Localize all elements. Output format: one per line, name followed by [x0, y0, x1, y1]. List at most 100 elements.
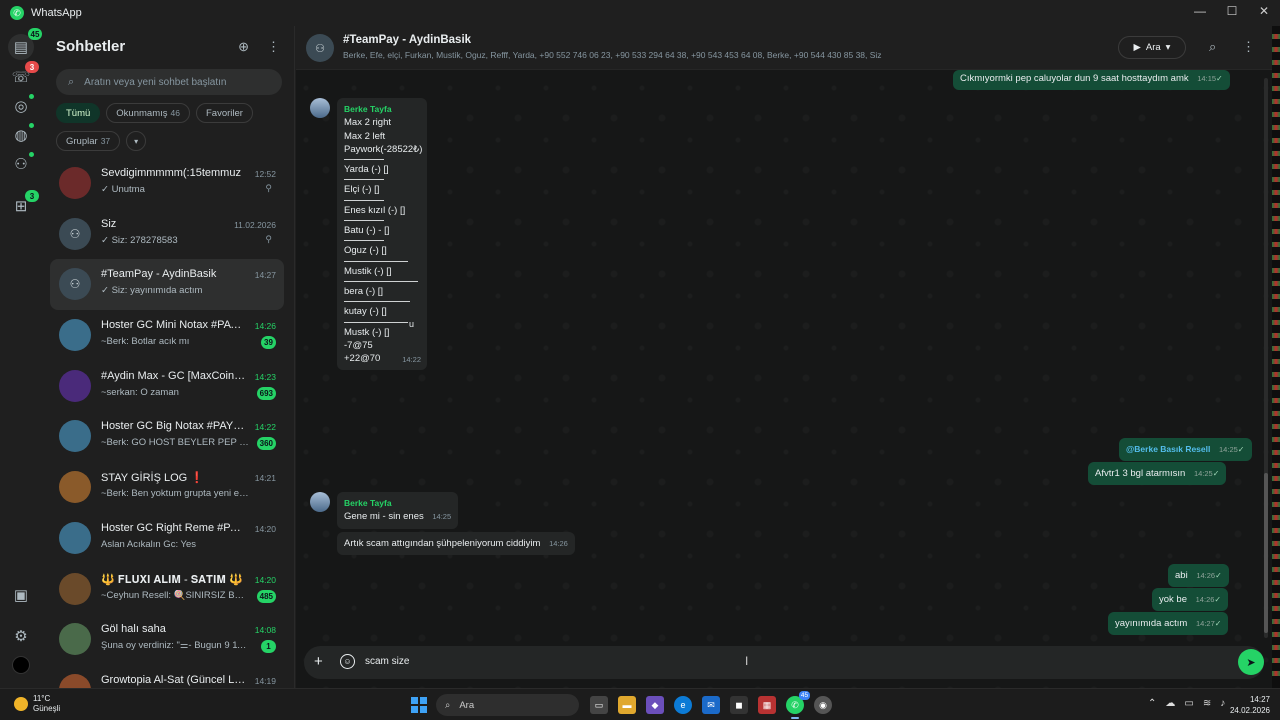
app-icon[interactable]: ◆ — [646, 696, 664, 714]
chat-list-item[interactable]: #Aydin Max - GC [MaxCoin83] 14:23 ~serka… — [50, 361, 284, 412]
chat-list-item[interactable]: Hoster GC Right Reme #PAYT... 14:20 Asla… — [50, 513, 284, 564]
message-incoming[interactable]: Artık scam attıgından şühpeleniyorum cid… — [337, 532, 575, 556]
archive-icon[interactable]: ⊞ 3 — [11, 190, 39, 216]
file-explorer-icon[interactable]: ▬ — [618, 696, 636, 714]
chat-name: Hoster GC Big Notax #PAYTO... — [101, 420, 246, 433]
weather-widget[interactable]: 11°C Güneşli — [14, 694, 60, 714]
message-text: Cıkmıyormki pep caluyolar dun 9 saat hos… — [960, 73, 1189, 84]
message-input[interactable]: scam size — [365, 656, 409, 667]
channels-icon[interactable]: ◍ — [11, 123, 34, 145]
game-icon[interactable]: ▦ — [758, 696, 776, 714]
search-messages-icon[interactable]: ⌕ — [1209, 39, 1216, 55]
media-icon[interactable]: ▣ — [11, 585, 31, 605]
chat-list-item[interactable]: ⚇ #TeamPay - AydinBasik 14:27 ✓ Siz: yay… — [50, 259, 284, 311]
filter-all[interactable]: Tümü — [56, 103, 101, 123]
volume-icon[interactable]: ♪ — [1220, 698, 1225, 709]
divider-line — [344, 179, 384, 181]
cloud-icon[interactable]: ☁ — [1165, 698, 1175, 709]
chevron-up-icon[interactable]: ⌃ — [1148, 698, 1156, 709]
chat-list-item[interactable]: Hoster GC Mini Notax #PAYT... 14:26 ~Ber… — [50, 310, 284, 361]
group-avatar-icon: ⚇ — [59, 268, 91, 301]
message-incoming[interactable]: Berke Tayfa Max 2 right Max 2 left Paywo… — [337, 98, 427, 371]
filter-groups[interactable]: Gruplar 37 — [56, 131, 121, 151]
profile-avatar[interactable] — [12, 656, 30, 674]
unread-badge: 485 — [256, 589, 276, 603]
filter-more-dropdown[interactable]: ▾ — [126, 131, 147, 151]
unread-badge: 1 — [261, 640, 276, 654]
wifi-icon[interactable]: ≋ — [1203, 698, 1211, 709]
whatsapp-taskbar-icon[interactable]: ✆ 45 — [786, 691, 810, 719]
chats-icon[interactable]: ▤ 45 — [8, 28, 42, 60]
message-outgoing[interactable]: yok be 14:26✓ — [1152, 588, 1229, 612]
attach-plus-icon[interactable]: + — [314, 653, 323, 670]
filter-unread[interactable]: Okunmamış 46 — [106, 103, 190, 123]
chat-list-item[interactable]: ⚇ Siz 11.02.2026 ✓ Siz: 278278583 ⚲ — [50, 209, 284, 260]
message-outgoing[interactable]: yayınımıda actım 14:27✓ — [1108, 612, 1229, 636]
sender-avatar[interactable] — [310, 492, 330, 512]
conversation-pane: ⚇ #TeamPay - AydinBasik Berke, Efe, elçi… — [296, 26, 1272, 688]
weather-temp: 11°C — [33, 694, 51, 703]
settings-gear-icon[interactable]: ⚙ — [11, 626, 31, 646]
menu-kebab-icon[interactable]: ⋮ — [267, 39, 280, 55]
maximize-button[interactable]: ☐ — [1216, 0, 1248, 22]
unread-badge: 360 — [256, 437, 276, 451]
message-outgoing[interactable]: Afvtr1 3 bgl atarmısın 14:25✓ — [1088, 462, 1227, 486]
group-name[interactable]: #TeamPay - AydinBasik — [343, 34, 471, 46]
background-window-strip — [1272, 26, 1280, 688]
new-chat-icon[interactable]: ⊕ — [238, 39, 249, 55]
message-time: 14:22 — [402, 355, 421, 365]
edge-browser-icon[interactable]: e — [674, 696, 692, 714]
chat-preview: ✓ Unutma — [101, 184, 145, 195]
chat-list-item[interactable]: STAY GİRİŞ LOG ❗ 14:21 ~Berk: Ben yoktum… — [50, 462, 284, 513]
filter-chips: Tümü Okunmamış 46 Favoriler Gruplar 37 ▾ — [56, 103, 286, 151]
scrollbar-thumb[interactable] — [1264, 473, 1268, 633]
navigation-rail: ▤ 45 ☏ 3 ◎ ◍ ⚇ ⊞ 3 ▣ ⚙ — [0, 26, 42, 688]
calls-icon[interactable]: ☏ 3 — [11, 61, 39, 87]
filter-label: Favoriler — [205, 107, 243, 119]
chat-list-item[interactable]: Göl halı saha 14:08 Şuna oy verdiniz: "⚌… — [50, 614, 284, 665]
taskbar-clock[interactable]: 14:27 24.02.2026 — [1230, 694, 1270, 716]
app-icon[interactable]: ◉ — [814, 696, 832, 714]
message-outgoing[interactable]: @Berke Basık Resell 14:25✓ — [1119, 438, 1252, 462]
message-incoming[interactable]: Berke Tayfa Gene mi - sin enes 14:25 — [337, 492, 459, 529]
chat-preview: ~Berk: Botlar acık mı — [101, 336, 190, 348]
whatsapp-logo-icon: ✆ — [10, 6, 24, 20]
chat-name: Hoster GC Right Reme #PAYT... — [101, 521, 246, 534]
chat-list-item[interactable]: Hoster GC Big Notax #PAYTO... 14:22 ~Ber… — [50, 411, 284, 462]
chat-menu-kebab-icon[interactable]: ⋮ — [1242, 39, 1255, 55]
message-outgoing[interactable]: Cıkmıyormki pep caluyolar dun 9 saat hos… — [953, 70, 1230, 91]
chat-list-item[interactable]: 🔱 𝐅𝐋𝐔𝐗𝐈 𝐀𝐋𝐈𝐌 - 𝐒𝐀𝐓𝐈𝐌 🔱 14:20 ~Ceyhun Res… — [50, 564, 284, 615]
divider-line — [344, 240, 384, 242]
app-icon[interactable]: ◼ — [730, 696, 748, 714]
video-camera-icon: ▶ — [1133, 42, 1141, 53]
send-button[interactable]: ➤ — [1238, 649, 1264, 675]
sender-avatar[interactable] — [310, 98, 330, 118]
minimize-button[interactable]: — — [1184, 0, 1216, 22]
message-outgoing[interactable]: abi 14:26✓ — [1168, 564, 1229, 588]
group-avatar-icon[interactable]: ⚇ — [306, 34, 334, 62]
status-dot — [29, 94, 34, 99]
chat-name: #TeamPay - AydinBasik — [101, 268, 217, 281]
conversation-scrollbar[interactable] — [1264, 78, 1268, 638]
windows-start-icon[interactable] — [411, 697, 427, 713]
task-view-icon[interactable]: ▭ — [590, 696, 608, 714]
emoji-sticker-icon[interactable]: ☺ — [340, 654, 355, 669]
message-time: 14:25 — [1219, 445, 1238, 454]
read-tick-icon: ✓ — [1212, 469, 1220, 478]
mail-icon[interactable]: ✉ — [702, 696, 720, 714]
filter-favorites[interactable]: Favoriler — [195, 103, 253, 123]
call-button[interactable]: ▶ Ara ▾ — [1118, 36, 1186, 59]
status-icon[interactable]: ◎ — [11, 94, 34, 116]
search-input[interactable] — [84, 76, 265, 88]
message-time: 14:15 — [1197, 74, 1217, 83]
chat-name: Growtopia Al-Sat (Güncel Lin... — [101, 673, 246, 686]
close-button[interactable]: ✕ — [1248, 0, 1280, 22]
monitor-icon[interactable]: ▭ — [1184, 698, 1193, 709]
communities-icon[interactable]: ⚇ — [11, 152, 34, 174]
search-box[interactable]: ⌕ — [56, 69, 282, 95]
mention-text[interactable]: @Berke Basık Resell — [1126, 444, 1210, 454]
taskbar-search[interactable]: ⌕ Ara — [436, 694, 579, 716]
chat-list-item[interactable]: Sevdigimmmmm(:15temmuz 12:52 ✓ Unutma ⚲ — [50, 158, 284, 209]
read-tick-icon: ✓ — [1216, 74, 1223, 83]
chat-preview: ~Berk: GO HOST BEYLER PEP VAR — [101, 437, 251, 449]
